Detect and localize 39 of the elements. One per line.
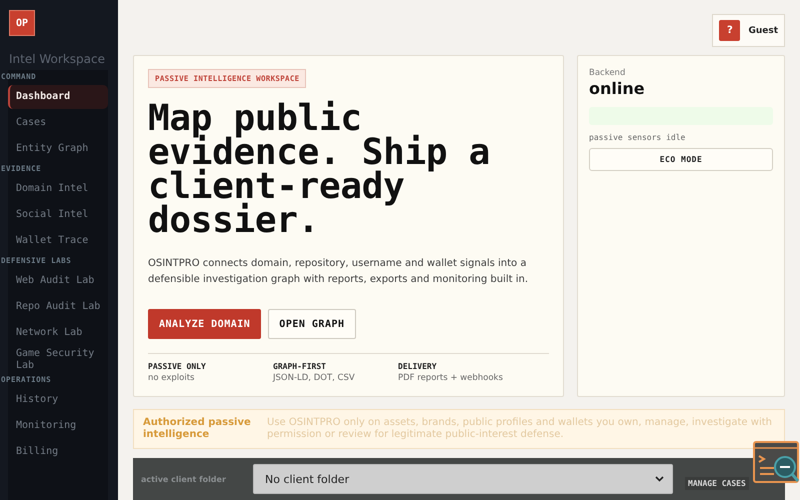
feature-title: DELIVERY	[398, 362, 438, 371]
search-list-icon[interactable]	[752, 440, 800, 486]
nav-item[interactable]: Repo Audit Lab	[8, 295, 108, 319]
client-folder-select[interactable]: No client folder	[253, 464, 673, 494]
eco-mode-button[interactable]: ECO MODE	[589, 148, 773, 171]
nav-item[interactable]: Web Audit Lab	[8, 269, 108, 293]
primary-button[interactable]: ANALYZE DOMAIN	[148, 309, 262, 339]
workspace-name: Intel Workspace	[9, 52, 106, 66]
status-note: passive sensors idle	[589, 133, 686, 142]
hero-title: Map public evidence. Ship a client-ready dossier.	[148, 102, 491, 238]
user-avatar: ?	[719, 20, 740, 41]
nav-item[interactable]: Cases	[8, 111, 108, 135]
user-name: Guest	[748, 26, 778, 36]
nav-item[interactable]: Monitoring	[8, 414, 108, 438]
hero-description: OSINTPRO connects domain, repository, username and wallet signals into a defensible investigation graph with reports, exports and monitoring built in.	[148, 257, 529, 287]
feature-detail: no exploits	[148, 373, 196, 383]
status-value: online	[589, 79, 646, 98]
feature-detail: JSON-LD, DOT, CSV	[273, 373, 356, 383]
chevron-down-icon	[655, 476, 664, 482]
secondary-button[interactable]: OPEN GRAPH	[268, 309, 356, 339]
notice-title: Authorized passive intelligence	[143, 417, 252, 441]
user-button[interactable]: ? Guest	[712, 14, 785, 47]
notice-text: Use OSINTPRO only on assets, brands, public profiles and wallets you own, manage, investigate with permission or review for legitimate public-interest defense.	[267, 417, 773, 441]
feature-title: PASSIVE ONLY	[148, 362, 207, 371]
client-folder-label: active client folder	[141, 474, 227, 484]
logo: OP	[9, 10, 35, 36]
nav-item[interactable]: Dashboard	[8, 85, 108, 109]
nav-item[interactable]: Billing	[8, 440, 108, 464]
nav-item[interactable]: Game Security Lab	[8, 347, 108, 372]
status-label: Backend	[589, 68, 626, 78]
manage-cases-button[interactable]: MANAGE CASES	[685, 476, 749, 490]
nav-item[interactable]: Wallet Trace	[8, 229, 108, 253]
nav-item[interactable]: Entity Graph	[8, 137, 108, 161]
nav-item[interactable]: Domain Intel	[8, 177, 108, 201]
nav-item[interactable]: Network Lab	[8, 321, 108, 345]
feature-detail: PDF reports + webhooks	[398, 373, 504, 383]
feature-title: GRAPH-FIRST	[273, 362, 327, 371]
nav-item[interactable]: Social Intel	[8, 203, 108, 227]
nav-item[interactable]: History	[8, 388, 108, 412]
